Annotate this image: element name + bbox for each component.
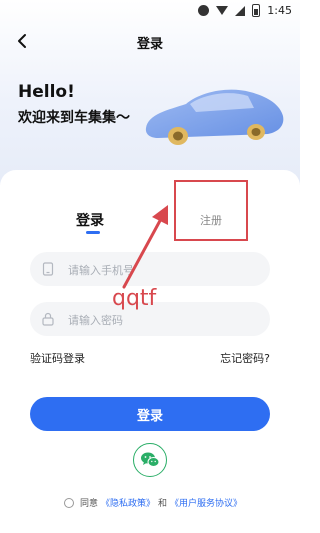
signal-icon (235, 5, 246, 16)
tab-login[interactable]: 登录 (76, 210, 104, 230)
tab-active-indicator (86, 231, 100, 234)
nav-bar: 登录 (0, 26, 300, 56)
phone-icon (42, 262, 54, 276)
status-bar: 1:45 (0, 0, 300, 22)
annotation-highlight-box (174, 180, 248, 241)
notification-dot-icon (198, 5, 210, 16)
battery-icon (252, 4, 261, 17)
wechat-icon (141, 452, 160, 467)
privacy-policy-link[interactable]: 《隐私政策》 (101, 496, 155, 509)
annotation-text: qqtf (112, 286, 157, 311)
forgot-password-link[interactable]: 忘记密码? (220, 350, 270, 366)
annotation-arrow (122, 205, 168, 289)
terms-link[interactable]: 《用户服务协议》 (170, 496, 242, 509)
car-illustration (145, 89, 284, 145)
login-button[interactable]: 登录 (30, 397, 270, 431)
agreement-and: 和 (158, 499, 168, 509)
welcome-text: 欢迎来到车集集～ (18, 110, 130, 126)
hello-heading: Hello! (18, 82, 75, 102)
status-time: 1:45 (267, 4, 292, 17)
agreement-checkbox[interactable] (64, 497, 74, 508)
wechat-login-button[interactable] (133, 443, 167, 477)
page-title: 登录 (136, 37, 163, 52)
wifi-icon (216, 6, 229, 15)
lock-icon (42, 312, 54, 326)
agreement-prefix: 同意 (80, 499, 99, 509)
sms-login-link[interactable]: 验证码登录 (30, 350, 85, 366)
password-input[interactable] (66, 302, 260, 338)
agreement-row: 同意 《隐私政策》 和 《用户服务协议》 (64, 496, 242, 509)
